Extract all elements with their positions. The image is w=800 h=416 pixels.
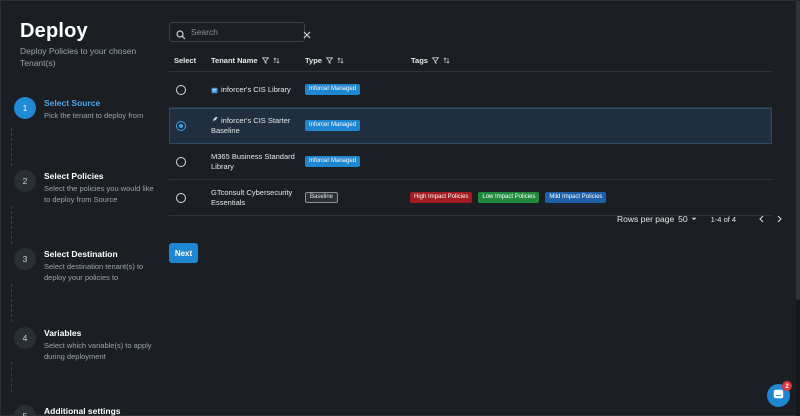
select-radio[interactable] <box>176 193 186 203</box>
step-description: Select the policies you would like to de… <box>44 184 154 204</box>
table-row[interactable]: inforcer's CIS Library Inforcer Managed <box>169 72 772 108</box>
step-number: 5 <box>14 405 36 416</box>
column-label: Type <box>305 56 322 65</box>
step-title: Select Destination <box>44 249 118 259</box>
column-label: Tags <box>411 56 428 65</box>
page-scrollbar[interactable] <box>796 0 800 416</box>
clear-search-icon[interactable] <box>302 27 312 39</box>
step-title: Select Source <box>44 98 101 108</box>
tenants-table: Select Tenant Name Type Tags inforcer's … <box>169 50 772 216</box>
tenant-name-cell: M365 Business Standard Library <box>211 144 301 180</box>
search-box[interactable] <box>169 22 311 42</box>
scrollbar-thumb[interactable] <box>796 0 800 300</box>
rocket-icon <box>211 116 218 123</box>
type-badge: Baseline <box>305 192 339 203</box>
table-row[interactable]: GTconsult Cybersecurity Essentials Basel… <box>169 180 772 216</box>
search-icon <box>176 27 186 40</box>
tenant-name: inforcer's CIS Starter Baseline <box>211 116 291 135</box>
select-radio[interactable] <box>176 121 186 131</box>
step-connector <box>11 362 12 392</box>
page-title: Deploy <box>20 20 88 42</box>
select-radio[interactable] <box>176 85 186 95</box>
stepper-panel: Deploy Deploy Policies to your chosen Te… <box>0 0 160 416</box>
filter-icon[interactable] <box>325 57 334 65</box>
rows-per-page-select[interactable]: 50 <box>678 214 697 224</box>
step-description: Pick the tenant to deploy from <box>44 111 144 120</box>
next-page-icon[interactable] <box>774 214 784 224</box>
filter-icon[interactable] <box>431 57 440 65</box>
column-header-type[interactable]: Type <box>305 56 344 65</box>
tag-low-impact: Low Impact Policies <box>478 192 540 203</box>
tenant-name-cell: inforcer's CIS Library <box>211 72 301 108</box>
chevron-down-icon <box>691 214 697 224</box>
page-subtitle: Deploy Policies to your chosen Tenant(s) <box>20 46 137 68</box>
notification-badge: 2 <box>782 381 792 391</box>
sort-icon[interactable] <box>443 57 450 64</box>
filter-icon[interactable] <box>261 57 269 65</box>
column-header-select: Select <box>174 56 196 65</box>
tag-mild-impact: Mild Impact Policies <box>545 192 607 203</box>
step-connector <box>11 128 12 166</box>
tenant-name-cell: inforcer's CIS Starter Baseline <box>211 108 301 144</box>
next-button[interactable]: Next <box>169 243 198 263</box>
rows-per-page-label: Rows per page <box>617 214 675 224</box>
library-icon <box>211 87 218 94</box>
page-range: 1-4 of 4 <box>710 214 737 224</box>
step-number: 3 <box>14 248 36 270</box>
pagination: Rows per page 50 1-4 of 4 <box>617 213 784 225</box>
step-number: 1 <box>14 97 36 119</box>
step-title: Variables <box>44 328 82 338</box>
table-header: Select Tenant Name Type Tags <box>169 50 772 72</box>
type-badge: Inforcer Managed <box>305 84 361 95</box>
tags-cell: High Impact Policies Low Impact Policies… <box>410 192 607 203</box>
sort-icon[interactable] <box>273 57 280 64</box>
step-number: 2 <box>14 170 36 192</box>
step-connector <box>11 284 12 322</box>
tenant-name-wrap: inforcer's CIS Starter Baseline <box>211 116 301 136</box>
column-label: Select <box>174 56 197 65</box>
sort-icon[interactable] <box>337 57 344 64</box>
step-connector <box>11 206 12 244</box>
column-label: Tenant Name <box>211 56 258 65</box>
table-row[interactable]: M365 Business Standard Library Inforcer … <box>169 144 772 180</box>
type-badge: Inforcer Managed <box>305 120 361 131</box>
chat-launcher[interactable]: 2 <box>767 381 792 407</box>
select-radio[interactable] <box>176 157 186 167</box>
search-input[interactable] <box>191 27 302 37</box>
column-header-tags[interactable]: Tags <box>411 56 450 65</box>
table-row[interactable]: inforcer's CIS Starter Baseline Inforcer… <box>169 108 772 144</box>
step-description: Select destination tenant(s) to deploy y… <box>44 262 144 282</box>
step-number: 4 <box>14 327 36 349</box>
tenant-name-cell: GTconsult Cybersecurity Essentials <box>211 180 301 216</box>
type-badge: Inforcer Managed <box>305 156 361 167</box>
previous-page-icon[interactable] <box>757 214 767 224</box>
tenant-name: GTconsult Cybersecurity Essentials <box>211 188 293 207</box>
step-title: Select Policies <box>44 171 104 181</box>
column-header-tenant-name[interactable]: Tenant Name <box>211 56 280 65</box>
tenant-name: M365 Business Standard Library <box>211 152 295 171</box>
step-description: Select which variable(s) to apply during… <box>44 341 152 361</box>
tag-high-impact: High Impact Policies <box>410 192 473 203</box>
rows-per-page-value: 50 <box>678 214 688 224</box>
step-title: Additional settings <box>44 406 121 416</box>
tenant-name: inforcer's CIS Library <box>221 85 291 94</box>
